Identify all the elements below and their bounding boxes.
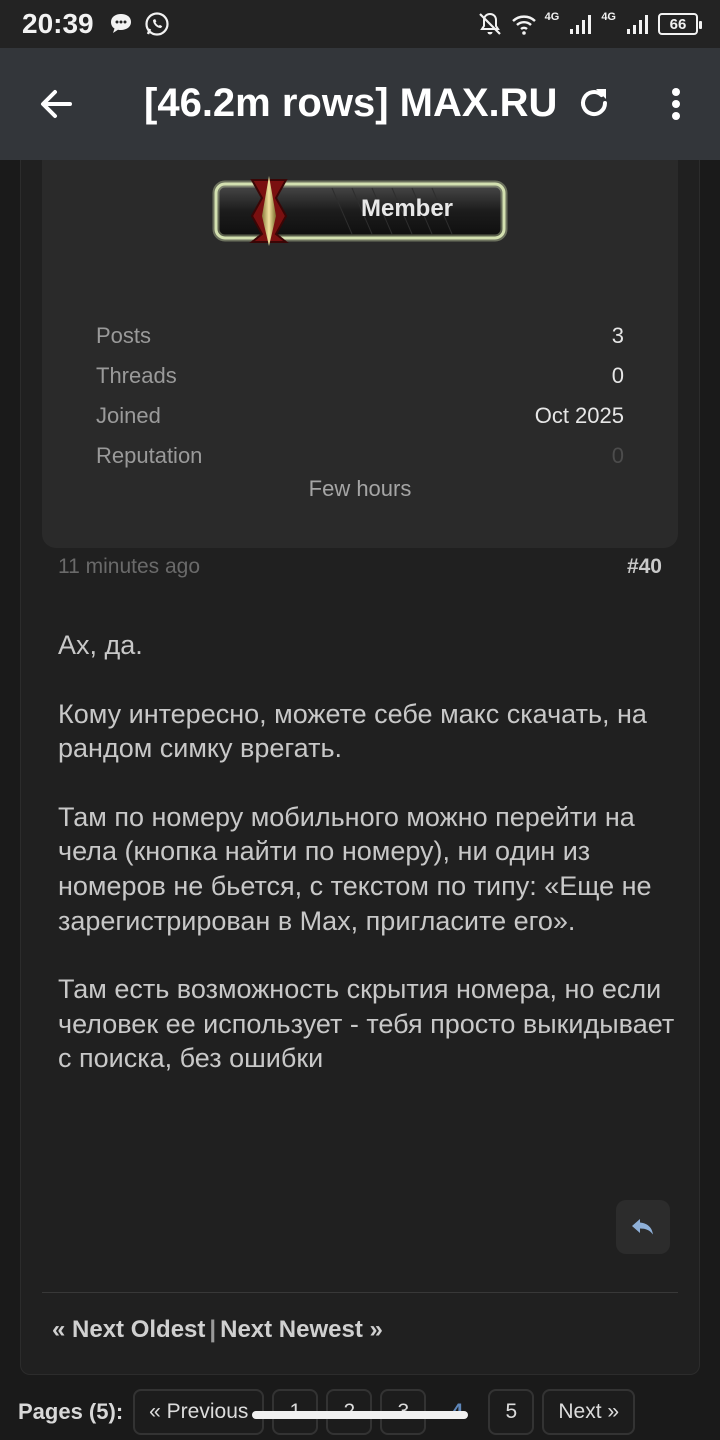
stat-joined: Joined Oct 2025 [96, 396, 624, 436]
stat-label: Reputation [96, 443, 203, 468]
member-badge-label: Member [361, 195, 453, 222]
post-paragraph: Там по номеру мобильного можно перейти н… [58, 801, 652, 936]
chat-bubble-icon [110, 14, 131, 33]
refresh-icon[interactable] [574, 83, 614, 123]
stat-threads: Threads 0 [96, 356, 624, 396]
post-body: Ах, да. Кому интересно, можете себе макс… [58, 628, 678, 1110]
whatsapp-icon [145, 12, 169, 36]
next-oldest-link[interactable]: « Next Oldest [52, 1316, 205, 1343]
signal-icon [570, 15, 592, 34]
post-paragraph: Ах, да. [58, 630, 143, 660]
stat-label: Threads [96, 363, 177, 388]
stat-label: Posts [96, 323, 152, 348]
page-button-5[interactable]: 5 [488, 1389, 535, 1435]
stat-label: Joined [96, 403, 161, 428]
status-time: 20:39 [22, 8, 94, 39]
more-vert-icon[interactable] [660, 84, 692, 124]
app-bar: [46.2m rows] MAX.RU [0, 48, 720, 160]
thread-navigation: « Next Oldest | Next Newest » [52, 1316, 383, 1344]
post-paragraph: Там есть возможность скрытия номера, но … [58, 974, 675, 1074]
stat-value: 3 [611, 323, 624, 348]
stat-posts: Posts 3 [96, 316, 624, 356]
network-type-label-2: 4G [601, 11, 616, 23]
status-bar: 20:39 4G 4G 66 [0, 0, 720, 48]
reply-icon [632, 1219, 653, 1235]
stat-reputation: Reputation 0 [96, 436, 624, 476]
next-page-button[interactable]: Next » [542, 1389, 636, 1435]
nav-separator: | [209, 1316, 217, 1343]
post-paragraph: Кому интересно, можете себе макс скачать… [58, 698, 647, 764]
wifi-icon [511, 15, 536, 35]
notifications-off-icon [478, 12, 501, 35]
post-meta: 11 minutes ago #40 [58, 555, 662, 579]
stat-value: 0 [611, 363, 624, 388]
page-title: [46.2m rows] MAX.RU [144, 81, 558, 125]
post-divider [42, 1292, 678, 1293]
next-newest-link[interactable]: Next Newest » [220, 1316, 383, 1343]
battery-icon: 66 [658, 13, 702, 35]
post-timestamp: 11 minutes ago [58, 555, 201, 578]
member-rank-badge: Member [212, 176, 508, 246]
pages-label: Pages (5): [18, 1399, 124, 1424]
battery-level: 66 [669, 15, 687, 33]
home-gesture-bar[interactable] [252, 1411, 468, 1419]
previous-page-button[interactable]: « Previous [133, 1389, 265, 1435]
post-number-link[interactable]: #40 [627, 555, 662, 579]
time-online: Few hours [308, 476, 412, 501]
quote-reply-button[interactable] [616, 1200, 670, 1254]
back-arrow-icon[interactable] [36, 84, 76, 124]
stat-value[interactable]: 0 [612, 443, 624, 469]
network-type-label: 4G [544, 11, 560, 23]
signal-icon-2 [627, 15, 648, 34]
stat-value: Oct 2025 [534, 403, 624, 428]
author-stats: Posts 3 Threads 0 Joined Oct 2025 Reputa… [96, 316, 624, 476]
